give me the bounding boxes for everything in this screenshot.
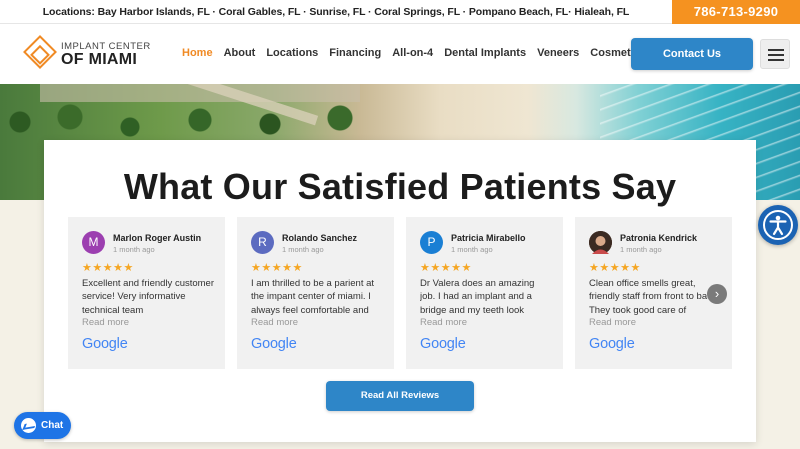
avatar-photo-icon: [589, 231, 612, 254]
accessibility-icon[interactable]: [758, 205, 798, 245]
section-title: What Our Satisfied Patients Say: [123, 166, 677, 207]
read-all-reviews-button[interactable]: Read All Reviews: [326, 381, 474, 411]
messenger-icon: [21, 418, 36, 433]
hamburger-icon[interactable]: [760, 39, 790, 69]
review-time: 1 month ago: [282, 245, 324, 254]
reviewer-name[interactable]: Rolando Sanchez: [282, 233, 357, 243]
phone-number-link[interactable]: 786-713-9290: [672, 0, 800, 24]
google-logo: Google: [82, 336, 128, 352]
logo-diamond-icon: [23, 35, 57, 69]
reviewer-name[interactable]: Patronia Kendrick: [620, 233, 697, 243]
hero-trees: [0, 102, 420, 142]
review-time: 1 month ago: [620, 245, 662, 254]
review-text: I am thrilled to be a parient at the imp…: [251, 278, 375, 316]
star-rating: ★★★★★: [82, 262, 134, 274]
read-more-link[interactable]: Read more: [251, 317, 298, 328]
reviews-section: What Our Satisfied Patients Say M Marlon…: [44, 140, 756, 442]
site-header: IMPLANT CENTER OF MIAMI Home About Locat…: [0, 24, 800, 84]
site-logo[interactable]: IMPLANT CENTER OF MIAMI: [23, 35, 156, 72]
top-bar: Locations: Bay Harbor Islands, FL · Cora…: [0, 0, 800, 24]
nav-dental-implants[interactable]: Dental Implants: [444, 47, 526, 59]
read-more-link[interactable]: Read more: [589, 317, 636, 328]
logo-line2: OF MIAMI: [61, 51, 138, 68]
google-logo: Google: [589, 336, 635, 352]
review-time: 1 month ago: [113, 245, 155, 254]
avatar: P: [420, 231, 443, 254]
carousel-next-button[interactable]: ›: [707, 284, 727, 304]
avatar: [589, 231, 612, 254]
google-logo: Google: [420, 336, 466, 352]
nav-home[interactable]: Home: [182, 47, 213, 59]
hamburger-bar: [768, 54, 784, 56]
locations-list: Locations: Bay Harbor Islands, FL · Cora…: [42, 6, 630, 18]
avatar: R: [251, 231, 274, 254]
nav-financing[interactable]: Financing: [329, 47, 381, 59]
avatar: M: [82, 231, 105, 254]
reviewer-name[interactable]: Patricia Mirabello: [451, 233, 526, 243]
hamburger-bar: [768, 59, 784, 61]
review-card: R Rolando Sanchez 1 month ago ★★★★★ I am…: [237, 217, 394, 369]
reviews-carousel: M Marlon Roger Austin 1 month ago ★★★★★ …: [68, 217, 732, 369]
review-card: M Marlon Roger Austin 1 month ago ★★★★★ …: [68, 217, 225, 369]
nav-veneers[interactable]: Veneers: [537, 47, 579, 59]
read-more-link[interactable]: Read more: [420, 317, 467, 328]
main-nav: Home About Locations Financing All-on-4 …: [182, 47, 651, 59]
nav-about[interactable]: About: [224, 47, 256, 59]
accessibility-figure-icon: [763, 210, 793, 240]
read-more-link[interactable]: Read more: [82, 317, 129, 328]
review-text: Dr Valera does an amazing job. I had an …: [420, 278, 535, 316]
contact-us-button[interactable]: Contact Us: [631, 38, 753, 70]
star-rating: ★★★★★: [251, 262, 303, 274]
review-text: Excellent and friendly customer service!…: [82, 278, 214, 316]
nav-all-on-4[interactable]: All-on-4: [392, 47, 433, 59]
hamburger-bar: [768, 49, 784, 51]
google-logo: Google: [251, 336, 297, 352]
chat-label: Chat: [41, 420, 64, 431]
review-time: 1 month ago: [451, 245, 493, 254]
chat-button[interactable]: Chat: [14, 412, 71, 439]
star-rating: ★★★★★: [589, 262, 641, 274]
reviewer-name[interactable]: Marlon Roger Austin: [113, 233, 201, 243]
review-card: P Patricia Mirabello 1 month ago ★★★★★ D…: [406, 217, 563, 369]
star-rating: ★★★★★: [420, 262, 472, 274]
review-text: Clean office smells great, friendly staf…: [589, 278, 720, 316]
nav-locations[interactable]: Locations: [266, 47, 318, 59]
